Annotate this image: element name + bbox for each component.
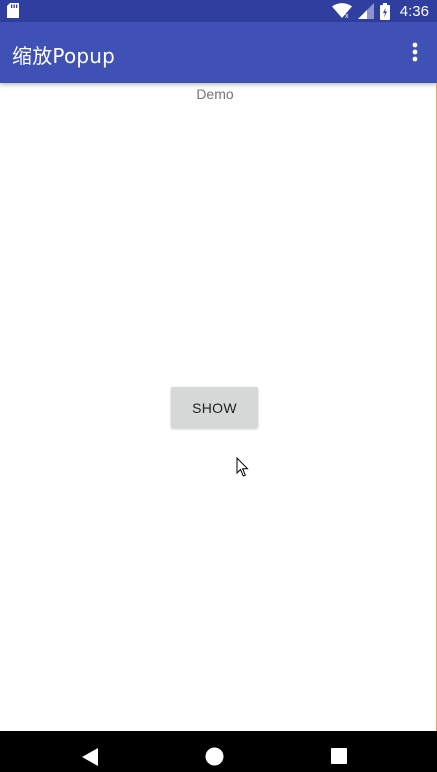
status-icons: x 4:36 [331, 0, 429, 22]
back-icon[interactable] [82, 748, 98, 766]
app-title: 缩放Popup [12, 44, 116, 68]
more-vert-icon[interactable] [403, 40, 427, 66]
sd-card-icon [7, 3, 19, 18]
home-icon[interactable] [205, 747, 224, 766]
phone-screen: x 4:36 缩放Popup Demo SHOW [0, 0, 437, 772]
svg-text:x: x [345, 13, 349, 19]
recents-icon[interactable] [331, 748, 347, 764]
mouse-cursor-icon [236, 457, 249, 477]
clock-text: 4:36 [399, 2, 429, 20]
app-bar: 缩放Popup [0, 22, 437, 83]
show-button[interactable]: SHOW [171, 387, 258, 428]
demo-label: Demo [196, 86, 234, 102]
battery-icon [379, 2, 390, 20]
status-bar: x 4:36 [0, 0, 437, 22]
signal-icon [357, 3, 374, 19]
wifi-icon: x [331, 3, 352, 19]
